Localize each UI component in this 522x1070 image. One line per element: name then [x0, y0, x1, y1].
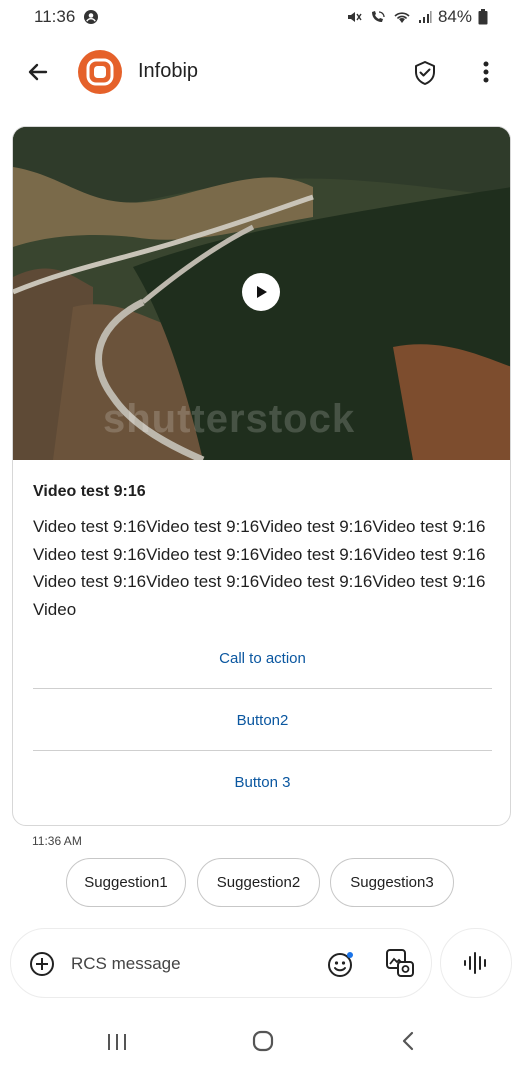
app-bar: Infobip — [0, 40, 522, 104]
status-time: 11:36 — [34, 7, 76, 26]
status-left: 11:36 — [34, 7, 99, 27]
avatar[interactable] — [78, 50, 122, 94]
battery-percent: 84% — [437, 7, 472, 26]
suggestion-chips: Suggestion1 Suggestion2 Suggestion3 — [0, 858, 522, 908]
suggestion-chip-2[interactable]: Suggestion2 — [197, 858, 320, 907]
voice-icon[interactable] — [440, 928, 512, 998]
suggestion-chip-3[interactable]: Suggestion3 — [330, 858, 454, 907]
suggestion-chip-1[interactable]: Suggestion1 — [66, 858, 186, 907]
video-thumbnail[interactable]: shutterstock — [13, 127, 510, 460]
emoji-icon[interactable] — [326, 949, 356, 979]
button2-button[interactable]: Button2 — [33, 689, 492, 751]
system-nav-bar — [0, 1010, 522, 1070]
card-description: Video test 9:16Video test 9:16Video test… — [33, 517, 486, 619]
more-vert-icon[interactable] — [472, 56, 500, 88]
button3-button[interactable]: Button 3 — [33, 751, 492, 813]
status-bar: 11:36 84% — [0, 0, 522, 34]
page-title[interactable]: Infobip — [138, 60, 198, 83]
rich-card: shutterstock Video test 9:16 Video test … — [12, 126, 511, 826]
nav-back-icon[interactable] — [396, 1028, 420, 1054]
play-icon[interactable] — [242, 273, 280, 311]
card-title: Video test 9:16 — [33, 483, 146, 500]
status-right: 84% — [346, 7, 488, 27]
shield-check-icon[interactable] — [410, 58, 440, 88]
home-icon[interactable] — [250, 1028, 276, 1054]
message-timestamp: 11:36 AM — [32, 834, 82, 848]
watermark-text: shutterstock — [103, 397, 356, 441]
rcs-message-input[interactable] — [71, 951, 301, 977]
message-composer — [10, 928, 432, 998]
wifi-icon — [392, 9, 412, 25]
mute-icon — [346, 9, 362, 25]
account-circle-icon — [83, 9, 99, 25]
recents-icon[interactable] — [104, 1030, 130, 1054]
wifi-call-icon — [368, 9, 386, 25]
back-arrow-icon[interactable] — [22, 56, 54, 88]
call-to-action-button[interactable]: Call to action — [33, 627, 492, 689]
add-circle-icon[interactable] — [29, 951, 55, 977]
signal-icon — [418, 10, 432, 24]
gallery-icon[interactable] — [384, 947, 416, 979]
battery-icon — [478, 9, 488, 25]
